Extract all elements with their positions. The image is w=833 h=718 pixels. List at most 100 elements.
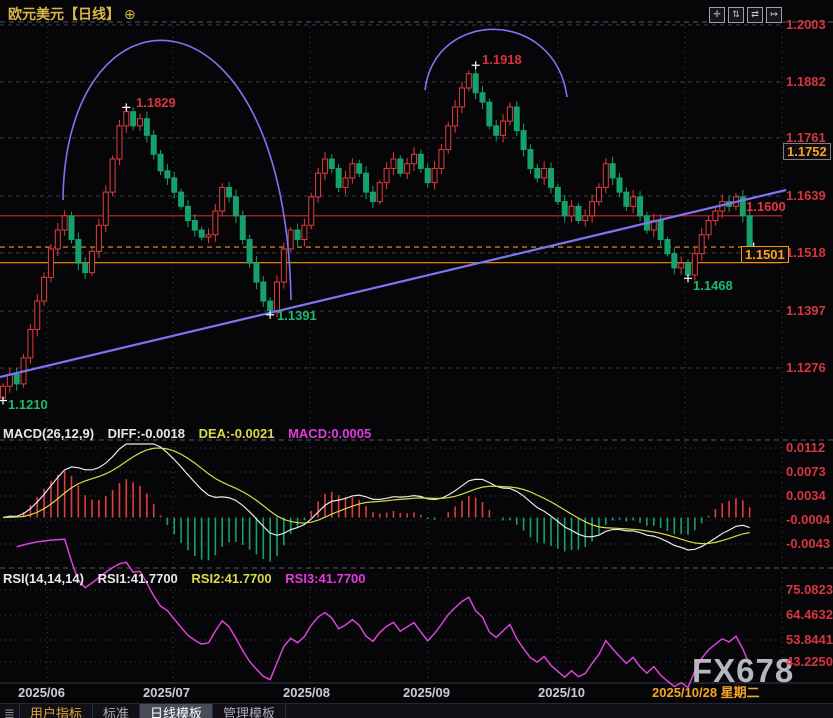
macd-macd-value: MACD:0.0005 [288,426,371,441]
candle-bearish [83,263,88,272]
price-annotation: 1.1600 [746,200,786,214]
candle-bullish [124,112,129,126]
candle-bullish [281,249,286,282]
candle-bearish [295,230,300,239]
trendline-drawing[interactable] [0,190,786,377]
rsi1-value: RSI1:41.7700 [98,571,178,586]
price-axis-label: 1.1276 [786,361,826,375]
candle-bullish [117,126,122,159]
candle-bullish [35,301,40,329]
candle-bullish [412,154,417,163]
candle-bearish [240,216,245,240]
candle-bearish [672,254,677,268]
price-annotation: 1.1918 [482,53,522,67]
candle-bearish [487,102,492,126]
candle-bearish [398,159,403,173]
tab-menu-icon[interactable]: ≣ [0,704,20,718]
candle-bullish [706,221,711,235]
tab-manage-template[interactable]: 管理模板 [213,704,286,718]
chart-title: 欧元美元【日线】⊕ [8,4,136,24]
candle-bullish [206,235,211,237]
candle-bearish [185,206,190,220]
chart-toolbar: ✛ ⇅ ⇄ ↦ [709,7,782,23]
candle-bearish [165,171,170,178]
rsi-axis-label: 64.4632 [786,608,833,622]
candle-bullish [583,216,588,221]
candle-bearish [370,192,375,201]
candle-bearish [617,178,622,192]
candle-bearish [514,107,519,131]
candle-bearish [576,206,581,220]
candle-bearish [549,168,554,187]
candle-bullish [453,107,458,126]
axis-scale-icon[interactable]: ⇅ [728,7,744,23]
macd-header: MACD(26,12,9) DIFF:-0.0018 DEA:-0.0021 M… [3,426,381,441]
trading-chart-window: 欧元美元【日线】⊕ ✛ ⇅ ⇄ ↦ MACD(26,12,9) DIFF:-0.… [0,0,833,718]
candle-bearish [665,239,670,253]
candle-bullish [343,178,348,187]
axis-shift-icon[interactable]: ↦ [766,7,782,23]
candle-bullish [28,329,33,357]
candle-bearish [268,301,273,310]
macd-axis-label: -0.0043 [786,537,830,551]
candle-bearish [418,154,423,168]
candle-bullish [384,168,389,182]
candle-bullish [138,119,143,126]
add-indicator-icon[interactable]: ⊕ [124,6,136,22]
candle-bullish [699,235,704,254]
candle-bearish [172,178,177,192]
tab-daily-template[interactable]: 日线模板 [140,704,213,718]
candle-bullish [1,386,6,398]
candle-bearish [357,164,362,173]
candle-bearish [14,374,19,383]
candle-bullish [692,254,697,275]
candle-bullish [350,164,355,178]
macd-diff-value: DIFF:-0.0018 [108,426,185,441]
candle-bearish [336,168,341,187]
candle-bullish [466,74,471,88]
candle-bearish [364,173,369,192]
extreme-cross-marker [122,103,130,111]
candle-bullish [679,263,684,268]
price-axis-label: 1.1518 [786,246,826,260]
rsi2-value: RSI2:41.7700 [191,571,271,586]
price-chart-canvas[interactable] [0,0,833,718]
candle-bullish [288,230,293,249]
candle-bullish [7,374,12,386]
candle-bullish [459,88,464,107]
tab-standard[interactable]: 标准 [93,704,140,718]
candle-bullish [42,277,47,301]
macd-axis-label: 0.0112 [786,441,825,455]
axis-fit-icon[interactable]: ⇄ [747,7,763,23]
price-axis-label: 1.2003 [786,18,826,32]
candle-bullish [446,126,451,150]
rsi-axis-label: 43.2250 [786,655,833,669]
candle-bullish [110,159,115,192]
x-axis-label: 2025/08 [283,686,330,700]
candle-bullish [501,121,506,135]
candle-bearish [610,164,615,178]
candle-bullish [309,197,314,225]
tab-user-indicators[interactable]: 用户指标 [20,704,93,718]
candle-bullish [377,183,382,202]
candle-bullish [432,168,437,182]
candle-bullish [405,164,410,173]
symbol-timeframe-label: 欧元美元【日线】 [8,6,120,22]
candle-bullish [213,211,218,235]
candle-bearish [233,197,238,216]
candle-bearish [535,168,540,177]
rsi-params-label: RSI(14,14,14) [3,571,84,586]
candle-bullish [48,249,53,277]
pan-icon[interactable]: ✛ [709,7,725,23]
candle-bearish [624,192,629,206]
price-annotation: 1.1210 [8,398,48,412]
candle-bullish [439,150,444,169]
candle-bullish [322,159,327,173]
x-axis-label: 2025/07 [143,686,190,700]
candle-bearish [658,221,663,240]
candle-bearish [638,197,643,216]
candle-bearish [247,239,252,263]
candle-bullish [96,225,101,251]
candle-bullish [316,173,321,197]
candle-bearish [562,202,567,216]
